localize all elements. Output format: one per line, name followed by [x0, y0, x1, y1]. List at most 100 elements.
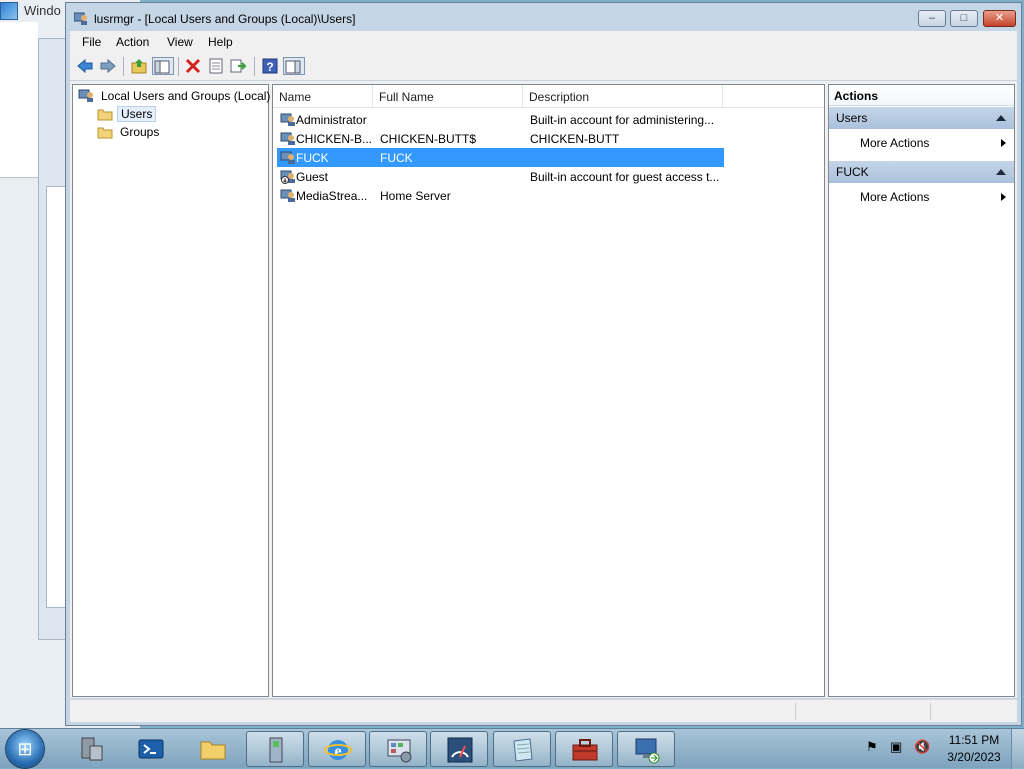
title-bar[interactable]: lusrmgr - [Local Users and Groups (Local…	[66, 3, 1021, 33]
tree-node-label: Groups	[120, 125, 160, 139]
taskbar-removable-storage[interactable]	[246, 731, 304, 767]
toolbar-separator	[123, 57, 124, 76]
user-icon	[280, 151, 295, 164]
cell-name: Administrator	[296, 113, 367, 127]
control-panel-icon	[387, 739, 412, 763]
cell-name: Guest	[296, 170, 329, 184]
menu-action[interactable]: Action	[116, 35, 149, 49]
close-button[interactable]: ✕	[983, 10, 1016, 27]
table-row[interactable]: CHICKEN-B... CHICKEN-BUTT$ CHICKEN-BUTT	[277, 129, 724, 148]
folder-icon	[97, 127, 113, 139]
cell-name: MediaStrea...	[296, 189, 368, 203]
taskbar-control-panel[interactable]	[369, 731, 427, 767]
performance-gauge-icon	[447, 737, 473, 763]
column-header-full-name[interactable]: Full Name	[373, 85, 523, 107]
more-actions-selected-user[interactable]: More Actions	[860, 188, 1006, 206]
tree-node-users[interactable]: Users	[97, 106, 197, 123]
taskbar-server-manager[interactable]	[62, 731, 120, 767]
taskbar-internet-explorer[interactable]: e	[308, 731, 366, 767]
background-window-pane	[0, 22, 38, 178]
table-row[interactable]: Administrator Built-in account for admin…	[277, 110, 724, 129]
taskbar-notepad[interactable]	[493, 731, 551, 767]
cell-full-name: Home Server	[380, 189, 451, 203]
taskbar-powershell[interactable]	[122, 731, 180, 767]
table-row[interactable]: MediaStrea... Home Server	[277, 186, 724, 205]
disabled-user-icon	[280, 170, 295, 184]
menu-view[interactable]: View	[167, 35, 193, 49]
show-hide-tree-icon[interactable]	[152, 57, 174, 75]
table-row-selected[interactable]: FUCK FUCK	[277, 148, 724, 167]
export-list-icon[interactable]	[229, 57, 247, 75]
submenu-arrow-icon	[1001, 193, 1006, 201]
menu-file[interactable]: File	[82, 35, 101, 49]
taskbar-explorer[interactable]	[184, 731, 242, 767]
windows-logo-icon: ⊞	[17, 739, 33, 759]
status-divider	[930, 703, 931, 720]
users-list: Name Full Name Description Administrator…	[272, 84, 825, 697]
menu-bar: File Action View Help	[70, 31, 1017, 53]
status-divider	[795, 703, 796, 720]
cell-name: CHICKEN-B...	[296, 132, 373, 146]
start-button[interactable]: ⊞	[6, 730, 44, 768]
system-clock[interactable]: 11:51 PM 3/20/2023	[944, 732, 1004, 766]
back-icon[interactable]	[76, 57, 94, 75]
cell-name: FUCK	[296, 151, 329, 165]
toolbar: ?	[70, 53, 1017, 81]
list-header: Name Full Name Description	[273, 85, 824, 108]
show-desktop-button[interactable]	[1011, 729, 1024, 769]
clock-date: 3/20/2023	[947, 750, 1001, 764]
actions-section-selected-user[interactable]: FUCK	[829, 161, 1014, 183]
delete-icon[interactable]	[184, 57, 202, 75]
lusrmgr-window: lusrmgr - [Local Users and Groups (Local…	[65, 2, 1022, 726]
cell-description: CHICKEN-BUTT	[530, 132, 620, 146]
background-window-title: Windo	[24, 3, 61, 18]
user-icon	[280, 113, 295, 126]
collapse-icon	[996, 115, 1006, 121]
tree-root-label: Local Users and Groups (Local)	[101, 89, 271, 103]
explorer-folder-icon	[200, 741, 226, 760]
taskbar-remote-desktop[interactable]	[617, 731, 675, 767]
table-row[interactable]: Guest Built-in account for guest access …	[277, 167, 724, 186]
menu-help[interactable]: Help	[208, 35, 233, 49]
cell-description: Built-in account for administering...	[530, 113, 715, 127]
actions-header: Actions	[829, 85, 1014, 106]
cell-description: Built-in account for guest access t...	[530, 170, 720, 184]
collapse-icon	[996, 169, 1006, 175]
tree-node-label: Users	[117, 106, 157, 122]
properties-icon[interactable]	[207, 57, 225, 75]
more-actions-label: More Actions	[860, 190, 930, 204]
minimize-button[interactable]: –	[918, 10, 946, 27]
close-icon: ✕	[994, 12, 1005, 24]
cell-full-name: CHICKEN-BUTT$	[380, 132, 477, 146]
toolbar-separator	[178, 57, 179, 76]
notepad-icon	[513, 738, 533, 762]
more-actions-users[interactable]: More Actions	[860, 134, 1006, 152]
notification-area: ⚑ ▣ 🔇	[862, 735, 942, 763]
maximize-button[interactable]: □	[950, 10, 978, 27]
forward-icon[interactable]	[99, 57, 117, 75]
tree-root[interactable]: Local Users and Groups (Local)	[78, 89, 270, 105]
show-hide-action-pane-icon[interactable]	[283, 57, 305, 75]
folder-icon	[97, 109, 113, 121]
status-bar	[70, 699, 1017, 722]
taskbar-performance[interactable]	[430, 731, 488, 767]
maximize-icon: □	[960, 12, 968, 24]
remote-desktop-icon	[635, 738, 660, 764]
actions-section-users[interactable]: Users	[829, 107, 1014, 129]
column-header-description[interactable]: Description	[523, 85, 723, 107]
clock-time: 11:51 PM	[948, 733, 1000, 747]
up-folder-icon[interactable]	[130, 57, 148, 75]
column-header-name[interactable]: Name	[273, 85, 373, 107]
console-content: Local Users and Groups (Local) Users Gro…	[70, 81, 1017, 698]
tree-node-groups[interactable]: Groups	[97, 125, 197, 141]
user-icon	[280, 132, 295, 145]
removable-storage-icon	[269, 737, 283, 763]
help-icon[interactable]: ?	[261, 57, 279, 75]
user-icon	[280, 189, 295, 202]
taskbar-toolbox[interactable]	[555, 731, 613, 767]
volume-muted-icon[interactable]: 🔇	[914, 739, 930, 755]
actions-section-title: Users	[836, 111, 868, 125]
server-manager-icon	[81, 737, 103, 761]
network-icon[interactable]: ▣	[890, 739, 902, 755]
action-center-flag-icon[interactable]: ⚑	[866, 739, 878, 755]
